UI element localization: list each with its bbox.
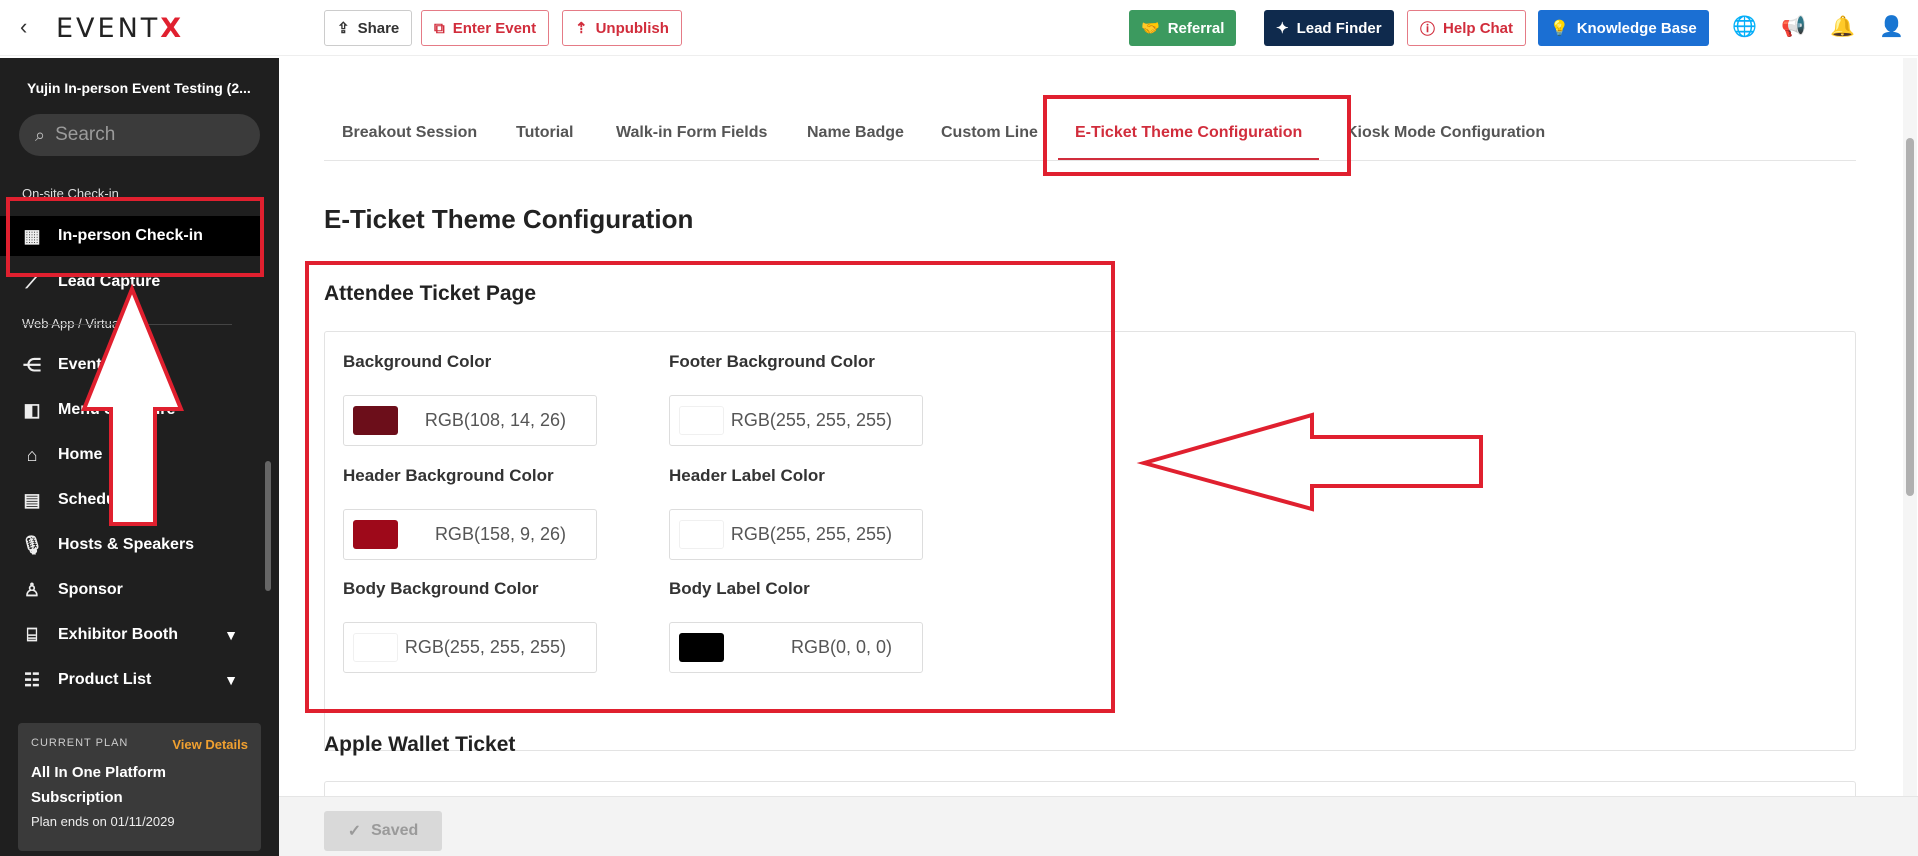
question-circle-icon: ⓘ [1420, 20, 1436, 38]
qr-code-icon: ▦ [23, 225, 41, 246]
sidebar-item-exhibitor-booth[interactable]: ⌸ Exhibitor Booth ▼ [0, 615, 262, 655]
share-button[interactable]: ⇪ Share [324, 10, 413, 46]
save-bar: ✓ Saved [279, 796, 1918, 856]
user-account-icon[interactable]: 👤 [1879, 14, 1904, 39]
field-label: Background Color [343, 352, 492, 371]
sidebar-item-lead-capture[interactable]: ⟋ Lead Capture [0, 262, 262, 302]
attendee-ticket-card: Background Color RGB(108, 14, 26) Footer… [324, 331, 1856, 751]
attendee-section-title: Attendee Ticket Page [324, 282, 537, 305]
lead-finder-button[interactable]: ✦ Lead Finder [1264, 10, 1394, 46]
header-label-color-picker[interactable]: RGB(255, 255, 255) [669, 509, 923, 560]
apple-wallet-section-title: Apple Wallet Ticket [324, 733, 516, 756]
list-icon: ☷ [23, 669, 41, 690]
handshake-icon: 🤝 [1141, 20, 1160, 37]
color-value: RGB(108, 14, 26) [424, 410, 566, 430]
search-input[interactable]: ⌕ Search [19, 114, 260, 156]
help-chat-button[interactable]: ⓘ Help Chat [1407, 10, 1527, 46]
enter-event-button[interactable]: ⧉ Enter Event [421, 10, 550, 46]
color-value: RGB(0, 0, 0) [790, 637, 892, 657]
tab-name-badge[interactable]: Name Badge [807, 110, 904, 160]
referral-button[interactable]: 🤝 Referral [1129, 10, 1237, 46]
lead-capture-icon: ⟋ [25, 271, 39, 292]
color-swatch [353, 520, 398, 549]
divider [22, 324, 232, 325]
search-icon: ⌕ [35, 124, 46, 145]
sidebar: Yujin In-person Event Testing (2... ⌕ Se… [0, 58, 279, 856]
sidebar-item-hosts-speakers[interactable]: 🎙 Hosts & Speakers [0, 525, 262, 565]
body-background-color-picker[interactable]: RGB(255, 255, 255) [343, 622, 597, 673]
color-swatch [679, 633, 724, 662]
sidebar-item-product-list[interactable]: ☷ Product List ▼ [0, 660, 262, 700]
upload-icon: ⇡ [575, 20, 588, 37]
tab-custom-line[interactable]: Custom Line [941, 110, 1038, 160]
microphone-icon: 🎙 [20, 534, 44, 555]
field-label: Body Background Color [343, 579, 539, 598]
unpublish-button[interactable]: ⇡ Unpublish [562, 10, 682, 46]
page-title: E-Ticket Theme Configuration [324, 204, 694, 234]
share-icon: ⇪ [337, 20, 350, 37]
tab-tutorial[interactable]: Tutorial [516, 110, 573, 160]
globe-icon[interactable]: 🌐 [1732, 14, 1757, 39]
footer-background-color-picker[interactable]: RGB(255, 255, 255) [669, 395, 923, 446]
tab-bar: Breakout Session Tutorial Walk-in Form F… [324, 110, 1856, 161]
check-icon: ✓ [347, 823, 362, 840]
main-scrollbar-thumb[interactable] [1906, 138, 1914, 496]
home-icon: ⌂ [26, 444, 38, 465]
header-background-color-picker[interactable]: RGB(158, 9, 26) [343, 509, 597, 560]
main-content: Breakout Session Tutorial Walk-in Form F… [279, 58, 1918, 856]
plan-name: All In One Platform Subscription [31, 764, 167, 806]
booth-icon: ⌸ [26, 624, 38, 645]
magic-wand-icon: ✦ [1276, 20, 1289, 37]
section-label-onsite: On-site Check-in [22, 186, 119, 201]
share-nodes-icon: ⋲ [23, 354, 41, 375]
sidebar-item-event[interactable]: ⋲ Event [0, 345, 262, 385]
tab-walk-in-form-fields[interactable]: Walk-in Form Fields [616, 110, 767, 160]
current-plan-card: CURRENT PLAN View Details All In One Pla… [18, 723, 261, 851]
view-details-link[interactable]: View Details [172, 737, 248, 752]
menu-panel-icon: ◧ [23, 399, 41, 420]
color-value: RGB(255, 255, 255) [404, 637, 566, 657]
event-name: Yujin In-person Event Testing (2... [27, 80, 251, 96]
search-placeholder: Search [55, 124, 116, 145]
sidebar-item-in-person-check-in[interactable]: ▦ In-person Check-in [0, 216, 262, 256]
sponsor-icon: ♙ [23, 579, 41, 600]
color-swatch [353, 633, 398, 662]
color-value: RGB(255, 255, 255) [730, 410, 892, 430]
color-swatch [679, 406, 724, 435]
sidebar-item-schedule[interactable]: ▤ Schedule [0, 480, 262, 520]
tab-breakout-session[interactable]: Breakout Session [342, 110, 477, 160]
top-bar: ‹ EVENTX ⇪ Share ⧉ Enter Event ⇡ Unpubli… [0, 0, 1918, 56]
background-color-picker[interactable]: RGB(108, 14, 26) [343, 395, 597, 446]
field-label: Footer Background Color [669, 352, 875, 371]
sidebar-item-home[interactable]: ⌂ Home [0, 435, 262, 475]
plan-end-date: Plan ends on 01/11/2029 [31, 814, 175, 829]
color-swatch [679, 520, 724, 549]
plan-label: CURRENT PLAN [31, 737, 129, 749]
color-value: RGB(158, 9, 26) [434, 524, 566, 544]
back-chevron-icon[interactable]: ‹ [20, 14, 27, 40]
chevron-down-icon: ▼ [224, 627, 238, 643]
eventx-logo[interactable]: EVENTX [56, 13, 184, 44]
knowledge-base-button[interactable]: 💡 Knowledge Base [1538, 10, 1709, 46]
external-link-icon: ⧉ [434, 19, 445, 37]
sidebar-scrollbar[interactable] [265, 461, 271, 591]
bell-icon[interactable]: 🔔 [1830, 14, 1855, 39]
body-label-color-picker[interactable]: RGB(0, 0, 0) [669, 622, 923, 673]
color-value: RGB(255, 255, 255) [730, 524, 892, 544]
calendar-icon: ▤ [23, 489, 41, 510]
megaphone-icon[interactable]: 📢 [1781, 14, 1806, 39]
saved-button[interactable]: ✓ Saved [324, 811, 442, 851]
sidebar-item-menu-structure[interactable]: ◧ Menu Structure [0, 390, 262, 430]
field-label: Body Label Color [669, 579, 810, 598]
lightbulb-icon: 💡 [1550, 20, 1569, 37]
field-label: Header Background Color [343, 466, 554, 485]
tab-kiosk-mode-configuration[interactable]: Kiosk Mode Configuration [1346, 110, 1545, 160]
sidebar-item-sponsor[interactable]: ♙ Sponsor [0, 570, 262, 610]
chevron-down-icon: ▼ [224, 672, 238, 688]
divider [22, 197, 232, 198]
color-swatch [353, 406, 398, 435]
tab-e-ticket-theme-configuration[interactable]: E-Ticket Theme Configuration [1058, 110, 1320, 160]
field-label: Header Label Color [669, 466, 825, 485]
